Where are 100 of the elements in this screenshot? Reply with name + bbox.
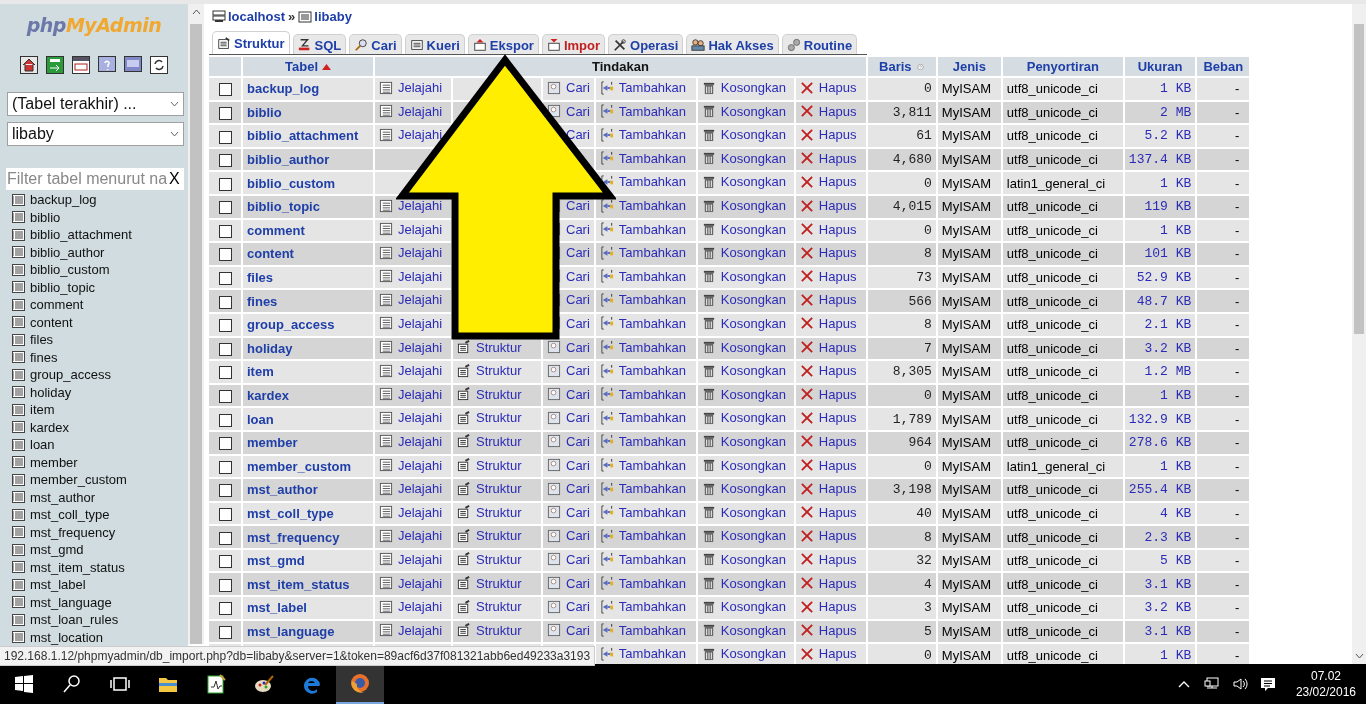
tab[interactable]: Ekspor	[467, 34, 539, 54]
sidebar-table-link[interactable]: backup_log	[30, 192, 97, 208]
tab[interactable]: Hak Akses	[686, 34, 779, 54]
sidebar-table-link[interactable]: biblio_author	[30, 244, 105, 260]
sidebar-table-link[interactable]: mst_loan_rules	[30, 612, 119, 628]
checkbox[interactable]	[218, 390, 232, 404]
trash-icon	[701, 552, 716, 567]
checkbox[interactable]	[218, 508, 232, 521]
sidebar-table-link[interactable]: mst_gmd	[30, 542, 84, 558]
tab[interactable]: Routine	[781, 34, 858, 54]
database-dropdown[interactable]: libaby	[7, 122, 184, 146]
sidebar-table-link[interactable]: biblio_topic	[30, 279, 96, 295]
sidebar-table-link[interactable]: mst_frequency	[30, 524, 116, 540]
table-name-link[interactable]: item	[247, 364, 274, 380]
checkbox[interactable]	[218, 177, 232, 191]
sidebar-table-link[interactable]: mst_language	[30, 594, 112, 610]
checkbox[interactable]	[218, 578, 232, 592]
scrollbar[interactable]	[1352, 4, 1366, 664]
breadcrumb-link[interactable]: libaby	[314, 8, 352, 24]
breadcrumb-link[interactable]: localhost	[228, 8, 286, 24]
volume-icon[interactable]	[1231, 676, 1248, 692]
recent-tables-dropdown[interactable]: (Tabel terakhir) ...	[7, 92, 184, 116]
checkbox[interactable]	[218, 319, 232, 333]
checkbox[interactable]	[218, 106, 232, 120]
tab[interactable]: Kueri	[404, 34, 465, 54]
checkbox[interactable]	[218, 602, 232, 616]
table-name-link[interactable]: files	[247, 270, 273, 286]
search-icon	[547, 623, 561, 638]
clear-button[interactable]: X	[167, 170, 182, 188]
row-count: 8,305	[892, 364, 932, 380]
sidebar-table-link[interactable]: mst_author	[30, 489, 96, 505]
table-cell: utf8_unicode_ci	[1006, 623, 1098, 639]
help-icon[interactable]	[98, 56, 116, 74]
table-name-link[interactable]: fines	[247, 293, 278, 309]
filter-field[interactable]: Filter tabel menurut naX	[6, 168, 184, 190]
sidebar-table-link[interactable]: files	[30, 332, 54, 348]
tab[interactable]: Struktur	[212, 31, 290, 54]
sidebar-table-link[interactable]: item	[30, 402, 55, 418]
table-cell: utf8_unicode_ci	[1006, 81, 1098, 97]
tab[interactable]: Impor	[541, 34, 606, 54]
sidebar-table-link[interactable]: biblio_custom	[30, 262, 110, 278]
checkbox[interactable]	[218, 201, 232, 215]
sidebar-table-link[interactable]: content	[30, 314, 73, 330]
scroll-up-icon[interactable]	[191, 9, 201, 15]
insert-icon	[599, 410, 614, 425]
scrollbar[interactable]	[188, 4, 204, 644]
scroll-down-icon[interactable]	[1354, 653, 1364, 659]
tab[interactable]: Cari	[349, 34, 402, 54]
insert-icon	[599, 646, 614, 661]
tab[interactable]: Operasi	[608, 34, 684, 54]
sidebar-table-link[interactable]: loan	[30, 437, 55, 453]
table-cell: MyISAM	[941, 293, 991, 309]
sidebar-table-link[interactable]: mst_coll_type	[30, 507, 110, 523]
tab[interactable]: SQL	[292, 34, 347, 54]
sidebar-table-link[interactable]: comment	[30, 297, 84, 313]
checkbox[interactable]	[218, 154, 232, 168]
table-cell: utf8_unicode_ci	[1006, 317, 1098, 333]
sidebar-table-link[interactable]: biblio	[30, 209, 61, 225]
sql-window-icon[interactable]	[72, 56, 90, 74]
fox-browser-button[interactable]	[336, 664, 384, 704]
table-name-link[interactable]: biblio	[247, 104, 282, 120]
network-icon[interactable]	[1203, 676, 1220, 692]
exit-icon[interactable]	[46, 56, 64, 74]
checkbox[interactable]	[218, 248, 232, 262]
sidebar-table-link[interactable]: kardex	[30, 419, 70, 435]
insert-icon	[599, 222, 614, 237]
table-icon	[379, 340, 393, 355]
sidebar-table-link[interactable]: mst_label	[30, 577, 86, 593]
notification-icon[interactable]	[1259, 676, 1276, 692]
checkbox[interactable]	[218, 626, 232, 639]
sidebar-table-link[interactable]: biblio_attachment	[30, 227, 132, 243]
table-name-link[interactable]: loan	[247, 411, 274, 427]
checkbox[interactable]	[218, 83, 232, 97]
close-icon	[799, 458, 814, 473]
sidebar-table-link[interactable]: fines	[30, 349, 58, 365]
checkbox[interactable]	[218, 130, 232, 144]
checkbox[interactable]	[218, 460, 232, 474]
checkbox[interactable]	[218, 437, 232, 451]
clock[interactable]: 07.02 23/02/2016	[1295, 668, 1356, 700]
table-cell: MyISAM	[941, 435, 991, 451]
home-icon[interactable]	[20, 56, 38, 74]
checkbox[interactable]	[218, 224, 232, 238]
sidebar-table-link[interactable]: member_custom	[30, 472, 127, 488]
reload-icon[interactable]	[150, 56, 168, 74]
checkbox[interactable]	[218, 342, 232, 356]
sidebar-table-link[interactable]: member	[30, 454, 78, 470]
sql-docs-icon[interactable]	[124, 56, 142, 74]
checkbox[interactable]	[218, 366, 232, 380]
checkbox[interactable]	[218, 555, 232, 569]
sidebar-table-link[interactable]: group_access	[30, 367, 111, 383]
checkbox[interactable]	[218, 484, 232, 498]
insert-icon	[599, 528, 614, 543]
sidebar-table-link[interactable]: mst_item_status	[30, 559, 125, 575]
row-count: 4,015	[892, 199, 932, 215]
sidebar-table-link[interactable]: mst_location	[30, 629, 103, 645]
sidebar-table-link[interactable]: holiday	[30, 384, 72, 400]
checkbox[interactable]	[218, 295, 232, 309]
checkbox[interactable]	[218, 531, 232, 545]
checkbox[interactable]	[218, 413, 232, 427]
checkbox[interactable]	[218, 272, 232, 286]
